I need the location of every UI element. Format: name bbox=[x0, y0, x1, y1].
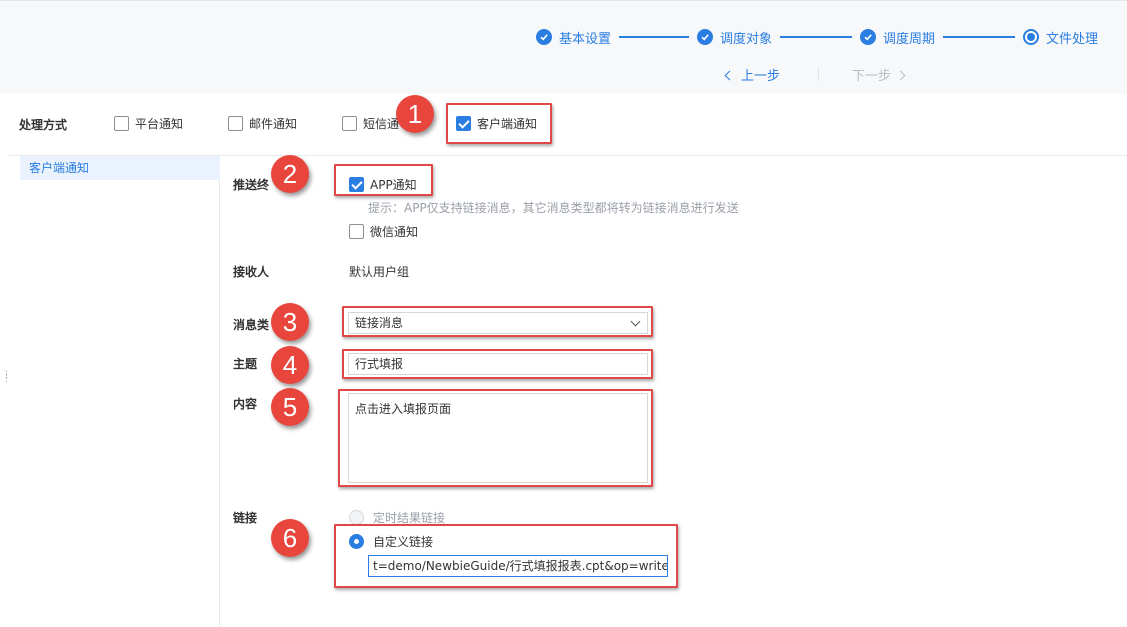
radio-label: 自定义链接 bbox=[373, 535, 434, 549]
push-terminal-label: 推送终 bbox=[233, 178, 270, 192]
radio-dot-selected bbox=[349, 534, 364, 549]
step-label: 调度对象 bbox=[720, 31, 773, 47]
check-circle-icon bbox=[860, 29, 877, 45]
current-step-icon bbox=[1023, 29, 1040, 45]
step-file-processing[interactable]: 文件处理 bbox=[1023, 27, 1098, 47]
checkbox-label: 邮件通知 bbox=[249, 117, 298, 131]
chevron-right-icon bbox=[895, 70, 906, 81]
method-label: 处理方式 bbox=[19, 118, 68, 132]
link-label: 链接 bbox=[233, 511, 258, 525]
checkbox-box-checked bbox=[456, 116, 471, 131]
app-notify-checkbox[interactable]: APP通知 bbox=[349, 176, 417, 193]
next-step-label: 下一步 bbox=[852, 69, 892, 84]
chevron-left-icon bbox=[724, 70, 735, 81]
step-badge: 3 bbox=[271, 303, 309, 341]
input-value: t=demo/NewbieGuide/行式填报报表.cpt&op=write bbox=[373, 559, 668, 573]
checkbox-box-checked bbox=[349, 177, 364, 192]
client-notify-checkbox[interactable]: 客户端通知 bbox=[456, 115, 537, 132]
prev-step-label: 上一步 bbox=[741, 69, 781, 84]
chevron-down-icon bbox=[630, 316, 641, 327]
check-circle-icon bbox=[536, 29, 552, 45]
check-circle-icon bbox=[697, 29, 714, 45]
checkbox-box bbox=[114, 116, 129, 131]
step-schedule-period[interactable]: 调度周期 bbox=[860, 27, 935, 47]
subject-label: 主题 bbox=[233, 357, 258, 371]
top-bar: 基本设置 调度对象 调度周期 文件处理 上一步 下一步 bbox=[0, 0, 1127, 94]
checkbox-label: APP通知 bbox=[370, 178, 417, 192]
step-basic-settings[interactable]: 基本设置 bbox=[536, 27, 611, 47]
content-label: 内容 bbox=[233, 397, 258, 411]
input-value: 行式填报 bbox=[355, 357, 404, 371]
custom-link-input[interactable]: t=demo/NewbieGuide/行式填报报表.cpt&op=write bbox=[368, 555, 668, 577]
sidebar-item-client-notify[interactable]: 客户端通知 bbox=[20, 156, 220, 180]
message-type-select[interactable]: 链接消息 bbox=[348, 312, 648, 334]
step-connector bbox=[943, 36, 1016, 38]
checkbox-label: 短信通 bbox=[363, 117, 400, 131]
sidebar: 客户端通知 bbox=[9, 156, 220, 627]
step-label: 基本设置 bbox=[559, 31, 612, 47]
subject-input[interactable]: 行式填报 bbox=[348, 353, 648, 375]
step-connector bbox=[780, 36, 853, 38]
step-connector bbox=[619, 36, 690, 38]
wechat-notify-checkbox[interactable]: 微信通知 bbox=[349, 223, 418, 240]
step-progress: 基本设置 调度对象 调度周期 文件处理 bbox=[536, 27, 1098, 47]
prev-step-button[interactable]: 上一步 bbox=[724, 65, 781, 84]
step-schedule-object[interactable]: 调度对象 bbox=[697, 27, 772, 47]
radio-label: 定时结果链接 bbox=[373, 511, 446, 525]
checkbox-label: 微信通知 bbox=[370, 225, 419, 239]
content-textarea[interactable]: 点击进入填报页面 bbox=[348, 393, 648, 483]
step-badge: 5 bbox=[271, 388, 309, 426]
checkbox-label: 客户端通知 bbox=[477, 117, 538, 131]
message-type-label: 消息类 bbox=[233, 318, 270, 332]
step-badge: 4 bbox=[271, 346, 309, 384]
step-label: 文件处理 bbox=[1046, 31, 1099, 47]
step-badge: 1 bbox=[396, 95, 434, 133]
step-badge: 2 bbox=[271, 155, 309, 193]
email-notify-checkbox[interactable]: 邮件通知 bbox=[228, 115, 297, 132]
step-badge: 6 bbox=[271, 519, 309, 557]
checkbox-box bbox=[342, 116, 357, 131]
app-hint-text: 提示：APP仅支持链接消息，其它消息类型都将转为链接消息进行发送 bbox=[368, 201, 739, 215]
resize-handle[interactable]: ⋮ ⋮ bbox=[2, 371, 11, 384]
radio-dot bbox=[349, 510, 364, 525]
receiver-label: 接收人 bbox=[233, 265, 270, 279]
sms-notify-checkbox[interactable]: 短信通 bbox=[342, 115, 399, 132]
checkbox-box bbox=[228, 116, 243, 131]
checkbox-label: 平台通知 bbox=[135, 117, 184, 131]
timed-result-link-radio[interactable]: 定时结果链接 bbox=[349, 509, 445, 526]
receiver-value: 默认用户组 bbox=[349, 265, 410, 279]
textarea-value: 点击进入填报页面 bbox=[355, 402, 452, 416]
next-step-button[interactable]: 下一步 bbox=[852, 65, 906, 84]
platform-notify-checkbox[interactable]: 平台通知 bbox=[114, 115, 183, 132]
select-value: 链接消息 bbox=[355, 316, 404, 330]
step-label: 调度周期 bbox=[883, 31, 936, 47]
checkbox-box bbox=[349, 224, 364, 239]
custom-link-radio[interactable]: 自定义链接 bbox=[349, 533, 433, 550]
nav-divider bbox=[818, 67, 819, 81]
